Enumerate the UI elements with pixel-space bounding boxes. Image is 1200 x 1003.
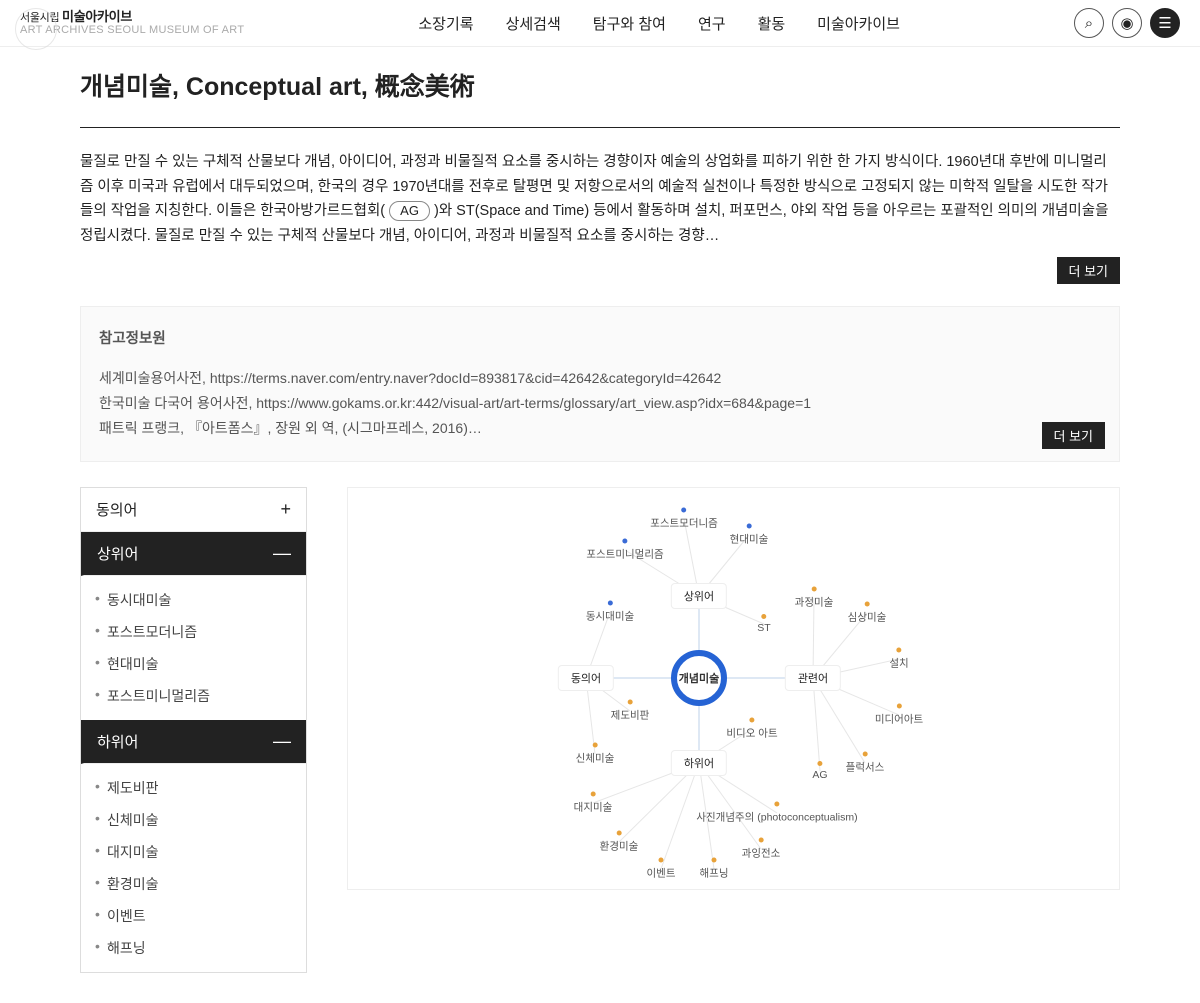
graph-node[interactable]: 과잉전소 bbox=[742, 838, 781, 861]
nav-item-explore[interactable]: 탐구와 참여 bbox=[593, 13, 666, 34]
graph-node[interactable]: 포스트미니멀리즘 bbox=[586, 539, 663, 562]
references-more-button[interactable]: 더 보기 bbox=[1042, 422, 1106, 449]
reference-line: 한국미술 다국어 용어사전, https://www.gokams.or.kr:… bbox=[99, 391, 1101, 416]
list-item[interactable]: 이벤트 bbox=[81, 900, 306, 932]
list-item[interactable]: 포스트미니멀리즘 bbox=[81, 680, 306, 712]
graph-node[interactable]: AG bbox=[812, 761, 827, 781]
list-item[interactable]: 동시대미술 bbox=[81, 584, 306, 616]
graph-node[interactable]: 제도비판 bbox=[611, 700, 650, 723]
graph-node[interactable]: 비디오 아트 bbox=[726, 718, 777, 741]
section-broader[interactable]: 상위어 — bbox=[81, 532, 306, 576]
graph-hub-broader[interactable]: 상위어 bbox=[671, 583, 727, 609]
graph-node[interactable]: 과정미술 bbox=[795, 587, 834, 610]
list-item[interactable]: 환경미술 bbox=[81, 868, 306, 900]
graph-node[interactable]: 대지미술 bbox=[574, 792, 613, 815]
description-paragraph: 물질로 만질 수 있는 구체적 산물보다 개념, 아이디어, 과정과 비물질적 … bbox=[80, 150, 1120, 249]
section-synonyms[interactable]: 동의어 + bbox=[81, 488, 306, 532]
section-narrower[interactable]: 하위어 — bbox=[81, 720, 306, 764]
plus-icon: + bbox=[280, 499, 291, 520]
minus-icon: — bbox=[273, 543, 291, 564]
logo-circle bbox=[15, 8, 57, 50]
nav-item-archive[interactable]: 미술아카이브 bbox=[817, 13, 900, 34]
graph-node[interactable]: 미디어아트 bbox=[875, 704, 923, 727]
reference-line: 세계미술용어사전, https://terms.naver.com/entry.… bbox=[99, 366, 1101, 391]
graph-node[interactable]: 포스트모더니즘 bbox=[650, 508, 718, 531]
section-title: 동의어 bbox=[96, 499, 137, 520]
list-item[interactable]: 포스트모더니즘 bbox=[81, 616, 306, 648]
graph-node[interactable]: 환경미술 bbox=[600, 831, 639, 854]
graph-node[interactable]: 해프닝 bbox=[700, 858, 729, 881]
page-title: 개념미술, Conceptual art, 概念美術 bbox=[80, 67, 1120, 128]
narrower-list: 제도비판 신체미술 대지미술 환경미술 이벤트 해프닝 bbox=[81, 764, 306, 972]
list-item[interactable]: 대지미술 bbox=[81, 836, 306, 868]
section-title: 하위어 bbox=[97, 731, 138, 752]
search-icon[interactable]: ⌕ bbox=[1074, 8, 1104, 38]
terms-sidebar: 동의어 + 상위어 — 동시대미술 포스트모더니즘 현대미술 포스트미니멀리즘 … bbox=[80, 487, 307, 973]
graph-node[interactable]: 플럭서스 bbox=[846, 752, 885, 775]
references-heading: 참고정보원 bbox=[99, 327, 1101, 348]
list-item[interactable]: 제도비판 bbox=[81, 772, 306, 804]
logo-text-strong: 미술아카이브 bbox=[62, 9, 132, 24]
graph-node[interactable]: 설치 bbox=[889, 648, 908, 671]
graph-node[interactable]: 심상미술 bbox=[848, 602, 887, 625]
minus-icon: — bbox=[273, 731, 291, 752]
nav-item-search[interactable]: 상세검색 bbox=[506, 13, 561, 34]
references-box: 참고정보원 세계미술용어사전, https://terms.naver.com/… bbox=[80, 306, 1120, 463]
reference-line: 패트릭 프랭크, 『아트폼스』, 장원 외 역, (시그마프레스, 2016)… bbox=[99, 416, 1101, 441]
graph-node[interactable]: 이벤트 bbox=[647, 858, 676, 881]
menu-icon[interactable]: ☰ bbox=[1150, 8, 1180, 38]
concept-graph[interactable]: 개념미술 상위어 동의어 관련어 하위어 포스트모더니즘현대미술포스트미니멀리즘… bbox=[347, 487, 1120, 890]
more-button[interactable]: 더 보기 bbox=[1057, 257, 1121, 284]
graph-node[interactable]: ST bbox=[757, 614, 770, 634]
graph-node[interactable]: 사진개념주의 (photoconceptualism) bbox=[696, 802, 857, 825]
graph-hub-synonyms[interactable]: 동의어 bbox=[558, 665, 614, 691]
term-pill[interactable]: AG bbox=[389, 201, 430, 221]
section-title: 상위어 bbox=[97, 543, 138, 564]
graph-node[interactable]: 신체미술 bbox=[576, 743, 615, 766]
list-item[interactable]: 현대미술 bbox=[81, 648, 306, 680]
list-item[interactable]: 해프닝 bbox=[81, 932, 306, 964]
nav-item-collection[interactable]: 소장기록 bbox=[418, 13, 473, 34]
nav-item-research[interactable]: 연구 bbox=[698, 13, 726, 34]
graph-node[interactable]: 동시대미술 bbox=[586, 601, 634, 624]
main-nav: 소장기록 상세검색 탐구와 참여 연구 활동 미술아카이브 bbox=[418, 13, 900, 34]
graph-hub-related[interactable]: 관련어 bbox=[785, 665, 841, 691]
nav-item-activity[interactable]: 활동 bbox=[758, 13, 786, 34]
graph-node[interactable]: 현대미술 bbox=[730, 524, 769, 547]
graph-hub-narrower[interactable]: 하위어 bbox=[671, 750, 727, 776]
graph-center[interactable]: 개념미술 bbox=[671, 650, 727, 706]
list-item[interactable]: 신체미술 bbox=[81, 804, 306, 836]
logo-block[interactable]: 서울시립 미술아카이브 ART ARCHIVES SEOUL MUSEUM OF… bbox=[20, 10, 244, 36]
user-icon[interactable]: ◉ bbox=[1112, 8, 1142, 38]
broader-list: 동시대미술 포스트모더니즘 현대미술 포스트미니멀리즘 bbox=[81, 576, 306, 720]
